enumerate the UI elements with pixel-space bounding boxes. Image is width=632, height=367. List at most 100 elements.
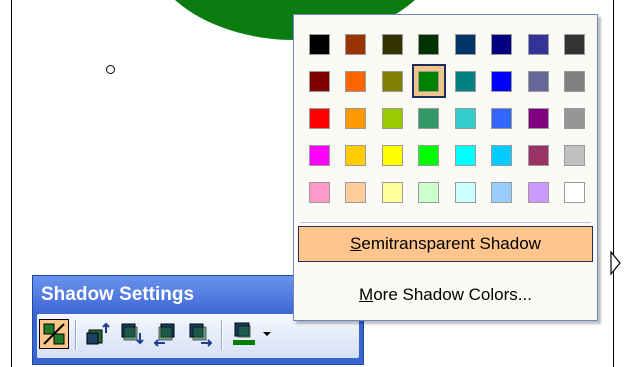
color-swatch-4-3[interactable] (412, 175, 446, 209)
color-swatch-4-7[interactable] (558, 175, 592, 209)
more-colors-accesskey: M (359, 285, 374, 304)
color-swatch-0-5[interactable] (485, 27, 519, 61)
color-swatch-3-5[interactable] (485, 138, 519, 172)
swatch-fill (308, 33, 330, 55)
swatch-fill (454, 33, 476, 55)
color-swatch-2-4[interactable] (448, 101, 482, 135)
swatch-fill (418, 107, 439, 129)
swatch-fill (345, 181, 366, 203)
color-swatch-3-4[interactable] (448, 138, 482, 172)
color-swatch-0-2[interactable] (375, 27, 409, 61)
color-swatch-3-7[interactable] (558, 138, 592, 172)
color-swatch-1-4[interactable] (448, 64, 482, 98)
color-swatch-2-3[interactable] (412, 101, 446, 135)
nudge-shadow-up-button[interactable] (83, 319, 113, 349)
swatch-fill (418, 181, 439, 203)
nudge-down-icon (121, 323, 144, 345)
swatch-fill (308, 144, 330, 166)
shadow-color-dropdown-button[interactable] (259, 319, 275, 349)
resize-handle-icon[interactable] (610, 251, 622, 275)
swatch-fill (564, 70, 585, 92)
nudge-shadow-down-button[interactable] (117, 319, 147, 349)
swatch-fill (381, 181, 403, 203)
color-swatch-1-5[interactable] (485, 64, 519, 98)
swatch-fill (564, 181, 585, 203)
color-swatch-0-7[interactable] (558, 27, 592, 61)
color-swatch-4-1[interactable] (339, 175, 373, 209)
color-swatch-2-7[interactable] (558, 101, 592, 135)
swatch-fill (381, 70, 403, 92)
swatch-fill (454, 70, 476, 92)
nudge-shadow-right-button[interactable] (185, 319, 215, 349)
toolbar-separator (75, 320, 77, 350)
swatch-fill (527, 107, 549, 129)
color-swatch-1-1[interactable] (339, 64, 373, 98)
swatch-fill (491, 181, 512, 203)
swatch-fill (381, 144, 403, 166)
color-swatch-2-6[interactable] (521, 101, 555, 135)
color-swatch-1-7[interactable] (558, 64, 592, 98)
swatch-fill (418, 70, 439, 92)
swatch-fill (527, 144, 549, 166)
swatch-fill (454, 144, 476, 166)
color-swatch-4-5[interactable] (485, 175, 519, 209)
color-swatch-4-0[interactable] (302, 175, 336, 209)
rotation-handle[interactable] (106, 65, 115, 74)
swatch-fill (527, 33, 549, 55)
swatch-fill (308, 181, 330, 203)
color-swatch-0-3[interactable] (412, 27, 446, 61)
color-swatch-1-6[interactable] (521, 64, 555, 98)
swatch-fill (308, 70, 330, 92)
shadow-color-popup: Semitransparent Shadow More Shadow Color… (293, 14, 598, 321)
swatch-fill (491, 33, 512, 55)
color-swatch-2-5[interactable] (485, 101, 519, 135)
swatch-fill (345, 107, 366, 129)
shadow-toggle-icon (43, 323, 65, 345)
swatch-fill (454, 181, 476, 203)
color-swatch-2-0[interactable] (302, 101, 336, 135)
color-swatch-3-6[interactable] (521, 138, 555, 172)
color-swatch-2-1[interactable] (339, 101, 373, 135)
more-shadow-colors-item[interactable]: More Shadow Colors... (298, 277, 593, 313)
color-swatch-3-3[interactable] (412, 138, 446, 172)
color-swatch-0-6[interactable] (521, 27, 555, 61)
swatch-fill (527, 181, 549, 203)
semitransparent-label: emitransparent Shadow (361, 234, 541, 253)
color-swatch-4-6[interactable] (521, 175, 555, 209)
swatch-fill (491, 70, 512, 92)
swatch-fill (454, 107, 476, 129)
semitransparent-shadow-item[interactable]: Semitransparent Shadow (298, 226, 593, 262)
swatch-fill (564, 107, 585, 129)
nudge-shadow-left-button[interactable] (151, 319, 181, 349)
color-swatch-1-0[interactable] (302, 64, 336, 98)
shadow-on-off-button[interactable] (39, 319, 69, 349)
swatch-fill (527, 70, 549, 92)
color-swatch-1-2[interactable] (375, 64, 409, 98)
color-swatch-1-3[interactable] (411, 64, 446, 98)
color-swatch-0-1[interactable] (339, 27, 373, 61)
toolbar-separator (221, 320, 223, 350)
color-swatch-0-0[interactable] (302, 27, 336, 61)
shadow-color-button[interactable] (229, 319, 259, 349)
shadow-color-icon (233, 322, 255, 345)
chevron-down-icon (263, 332, 271, 336)
color-swatch-3-2[interactable] (375, 138, 409, 172)
color-swatch-2-2[interactable] (375, 101, 409, 135)
nudge-up-icon (86, 322, 110, 345)
color-swatch-3-1[interactable] (339, 138, 373, 172)
color-swatch-0-4[interactable] (448, 27, 482, 61)
swatch-fill (345, 144, 366, 166)
swatch-fill (491, 107, 512, 129)
swatch-fill (564, 144, 585, 166)
color-swatch-4-2[interactable] (375, 175, 409, 209)
more-colors-label: ore Shadow Colors... (373, 285, 532, 304)
swatch-fill (418, 144, 439, 166)
nudge-left-icon (153, 323, 175, 347)
color-swatch-3-0[interactable] (302, 138, 336, 172)
swatch-fill (345, 70, 366, 92)
swatch-fill (345, 33, 366, 55)
swatch-fill (491, 144, 512, 166)
swatch-fill (308, 107, 330, 129)
nudge-right-icon (189, 323, 213, 347)
color-swatch-4-4[interactable] (448, 175, 482, 209)
